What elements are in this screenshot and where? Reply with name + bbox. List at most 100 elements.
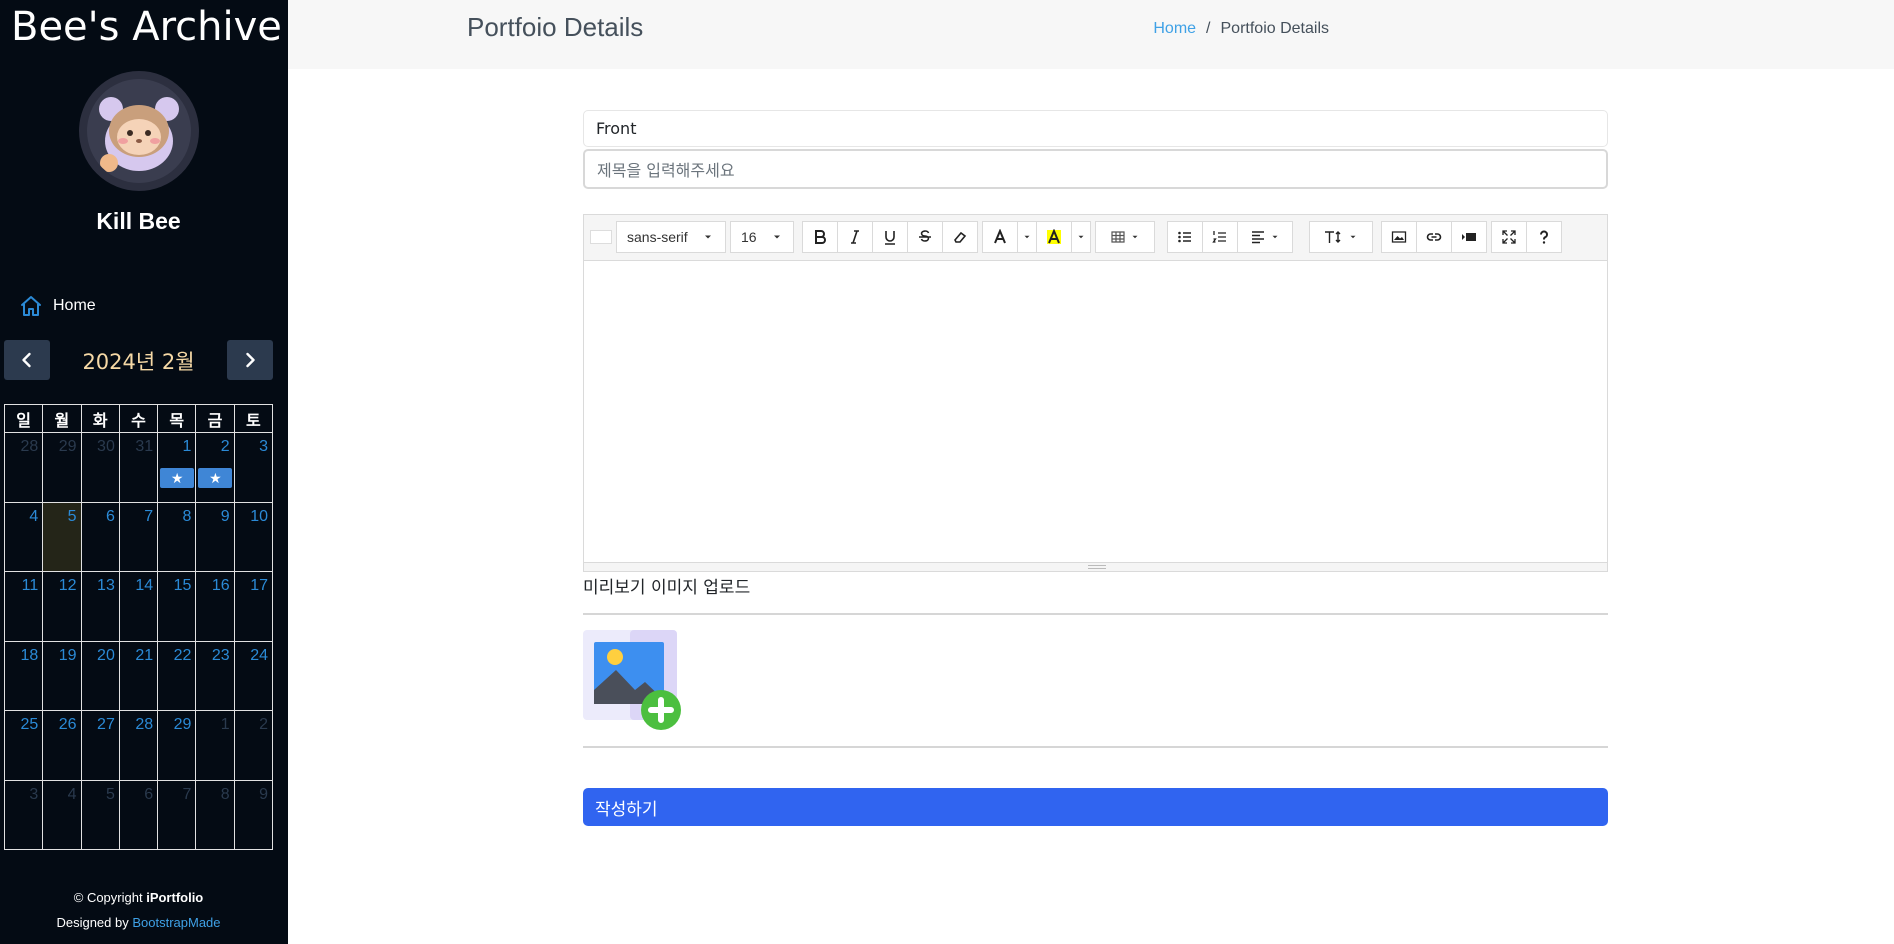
editor-content-area[interactable] — [584, 262, 1607, 564]
calendar-day[interactable]: 19 — [42, 640, 82, 711]
title-input[interactable]: 제목을 입력해주세요 — [583, 149, 1608, 189]
text-color-dropdown[interactable] — [1017, 221, 1037, 253]
weekday-mon: 월 — [42, 404, 82, 433]
calendar-day[interactable]: 3 — [3, 779, 44, 850]
picture-icon — [1391, 231, 1407, 243]
preview-image-upload[interactable] — [583, 630, 685, 730]
calendar-day[interactable]: 21 — [118, 640, 159, 711]
breadcrumb-home-link[interactable]: Home — [1153, 20, 1196, 38]
clear-format-button[interactable] — [942, 221, 978, 253]
calendar-day[interactable]: 12 — [42, 571, 82, 642]
calendar-day[interactable]: 6 — [118, 779, 159, 850]
calendar-day[interactable]: 29 — [42, 432, 82, 503]
calendar-day[interactable]: 22 — [157, 640, 197, 711]
calendar-day[interactable]: 8 — [157, 501, 197, 572]
calendar-day[interactable]: 26 — [42, 710, 82, 781]
table-icon — [1111, 231, 1125, 243]
designer-link[interactable]: BootstrapMade — [132, 915, 220, 930]
calendar-day[interactable]: 15 — [157, 571, 197, 642]
caret-down-icon — [704, 235, 711, 239]
divider — [583, 613, 1608, 615]
chevron-left-icon — [22, 352, 31, 368]
strikethrough-button[interactable] — [907, 221, 943, 253]
preview-image-label: 미리보기 이미지 업로드 — [583, 578, 751, 598]
calendar-day-today[interactable]: 5 — [42, 501, 82, 572]
calendar-day[interactable]: 29 — [157, 710, 197, 781]
calendar-day[interactable]: 31 — [118, 432, 159, 503]
calendar-title: 2024년 2월 — [82, 350, 195, 374]
calendar-day[interactable]: 18 — [3, 640, 44, 711]
color-swatch[interactable] — [590, 230, 612, 244]
underline-button[interactable] — [872, 221, 908, 253]
text-color-button[interactable] — [982, 221, 1018, 253]
site-title[interactable]: Bee's Archive — [11, 4, 282, 50]
calendar-grid: 일 월 화 수 목 금 토 28 29 30 31 1★ 2★ 3 4 5 — [3, 404, 274, 850]
paragraph-align-dropdown[interactable] — [1237, 221, 1293, 253]
calendar-day[interactable]: 9 — [195, 501, 235, 572]
calendar-day[interactable]: 16 — [195, 571, 235, 642]
event-star-badge[interactable]: ★ — [160, 468, 195, 488]
calendar-day[interactable]: 2 ★ — [195, 432, 235, 503]
highlight-button[interactable] — [1036, 221, 1072, 253]
insert-link-button[interactable] — [1416, 221, 1452, 253]
calendar-day[interactable]: 9 — [233, 779, 274, 850]
numbered-list-button[interactable] — [1202, 221, 1238, 253]
event-star-badge[interactable]: ★ — [198, 468, 233, 488]
calendar-day[interactable]: 24 — [233, 640, 274, 711]
bulleted-list-icon — [1178, 231, 1191, 243]
italic-button[interactable] — [837, 221, 873, 253]
calendar-day[interactable]: 1 ★ — [157, 432, 197, 503]
category-select[interactable]: Front — [583, 110, 1608, 147]
calendar-day[interactable]: 8 — [195, 779, 235, 850]
calendar-day[interactable]: 11 — [3, 571, 44, 642]
breadcrumb: Home / Portfoio Details — [1153, 20, 1329, 38]
calendar-day[interactable]: 1 — [195, 710, 235, 781]
line-height-dropdown[interactable] — [1309, 221, 1373, 253]
expand-icon — [1502, 230, 1516, 244]
calendar-day[interactable]: 20 — [80, 640, 120, 711]
calendar-day[interactable]: 23 — [195, 640, 235, 711]
nav-home-link[interactable]: Home — [19, 294, 96, 318]
bulleted-list-button[interactable] — [1167, 221, 1203, 253]
calendar-day[interactable]: 14 — [118, 571, 159, 642]
home-icon — [21, 296, 41, 316]
submit-button[interactable]: 작성하기 — [583, 788, 1608, 826]
add-image-icon — [583, 630, 681, 730]
calendar-day[interactable]: 27 — [80, 710, 120, 781]
table-button[interactable] — [1095, 221, 1155, 253]
calendar-day[interactable]: 10 — [233, 501, 274, 572]
calendar-day[interactable]: 7 — [157, 779, 197, 850]
eraser-icon — [954, 231, 967, 243]
weekday-fri: 금 — [195, 404, 235, 433]
calendar-day[interactable]: 4 — [3, 501, 44, 572]
fullscreen-button[interactable] — [1491, 221, 1527, 253]
calendar-day[interactable]: 4 — [42, 779, 82, 850]
weekday-thu: 목 — [157, 404, 197, 433]
calendar-day[interactable]: 17 — [233, 571, 274, 642]
caret-down-icon — [773, 235, 780, 239]
font-size-dropdown[interactable]: 16 — [730, 221, 794, 253]
calendar-day[interactable]: 28 — [3, 432, 44, 503]
calendar-day[interactable]: 6 — [80, 501, 120, 572]
bold-button[interactable] — [802, 221, 838, 253]
calendar-day[interactable]: 28 — [118, 710, 159, 781]
insert-video-button[interactable] — [1451, 221, 1487, 253]
calendar-day[interactable]: 13 — [80, 571, 120, 642]
insert-image-button[interactable] — [1381, 221, 1417, 253]
font-family-dropdown[interactable]: sans-serif — [616, 221, 726, 253]
highlight-dropdown[interactable] — [1071, 221, 1091, 253]
calendar-day[interactable]: 30 — [80, 432, 120, 503]
video-icon — [1462, 233, 1476, 241]
breadcrumb-bar: Portfoio Details Home / Portfoio Details — [288, 0, 1894, 69]
calendar-next-button[interactable] — [227, 340, 273, 380]
calendar-day[interactable]: 3 — [233, 432, 274, 503]
bold-icon — [815, 230, 826, 244]
help-button[interactable] — [1526, 221, 1562, 253]
calendar-day[interactable]: 2 — [233, 710, 274, 781]
weekday-wed: 수 — [118, 404, 159, 433]
calendar-day[interactable]: 7 — [118, 501, 159, 572]
calendar-day[interactable]: 5 — [80, 779, 120, 850]
calendar-day[interactable]: 25 — [3, 710, 44, 781]
calendar-prev-button[interactable] — [4, 340, 50, 380]
editor-resize-handle[interactable] — [584, 562, 1607, 571]
